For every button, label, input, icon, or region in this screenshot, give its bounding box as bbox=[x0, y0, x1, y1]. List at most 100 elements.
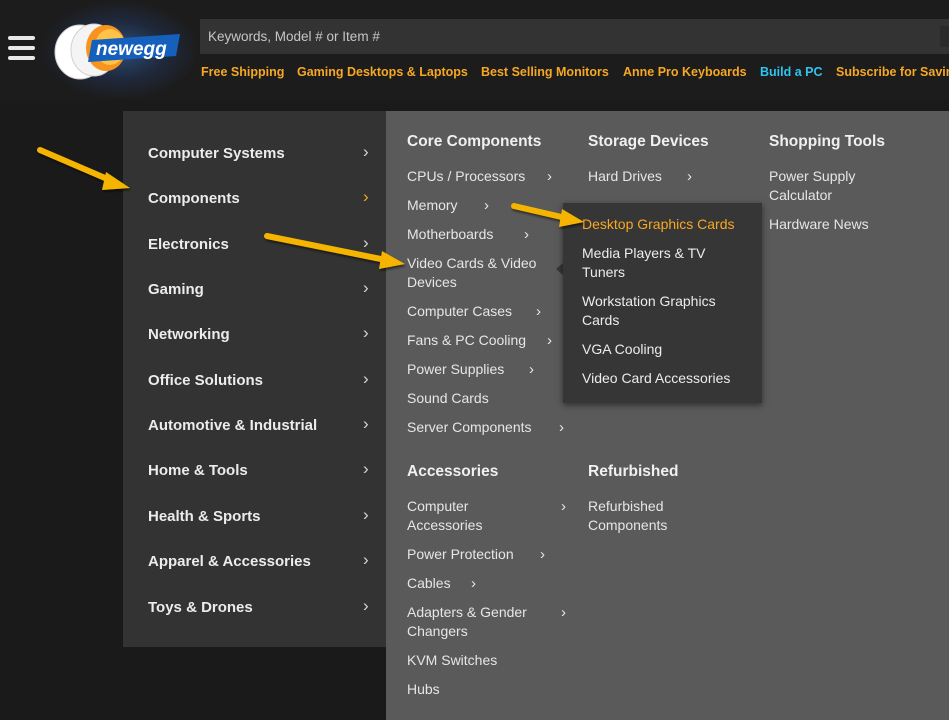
link-refurbished-components[interactable]: Refurbished Components bbox=[588, 497, 688, 535]
video-cards-submenu: Desktop Graphics Cards Media Players & T… bbox=[563, 203, 762, 403]
chevron-right-icon: › bbox=[363, 278, 369, 297]
link-hard-drives[interactable]: Hard Drives › bbox=[588, 167, 698, 186]
link-label: Adapters & Gender Changers bbox=[407, 604, 527, 639]
link-label: Cables bbox=[407, 575, 451, 591]
promo-best-selling-monitors[interactable]: Best Selling Monitors bbox=[481, 65, 609, 79]
link-power-supplies[interactable]: Power Supplies › bbox=[407, 360, 547, 379]
logo-text: newegg bbox=[96, 39, 167, 60]
arrow-to-components bbox=[37, 147, 130, 190]
chevron-right-icon: › bbox=[363, 505, 369, 524]
chevron-right-icon: › bbox=[363, 233, 369, 252]
category-label: Computer Systems bbox=[148, 145, 285, 162]
flyout-notch bbox=[556, 263, 563, 275]
chevron-right-icon: › bbox=[536, 303, 541, 320]
site-header: newegg Free Shipping Gaming Desktops & L… bbox=[0, 0, 949, 100]
link-label: Fans & PC Cooling bbox=[407, 332, 527, 348]
category-label: Networking bbox=[148, 326, 230, 343]
search-button[interactable] bbox=[940, 26, 949, 47]
link-video-cards[interactable]: Video Cards & Video Devices bbox=[407, 254, 549, 292]
link-fans-pc-cooling[interactable]: Fans & PC Cooling › bbox=[407, 331, 557, 350]
link-label: Video Cards & Video Devices bbox=[407, 255, 537, 290]
heading-accessories: Accessories bbox=[407, 463, 499, 480]
hamburger-menu-icon[interactable] bbox=[8, 36, 35, 61]
chevron-right-icon: › bbox=[547, 168, 552, 185]
chevron-right-icon: › bbox=[561, 498, 566, 515]
category-gaming[interactable]: Gaming › bbox=[148, 278, 378, 305]
category-toys-drones[interactable]: Toys & Drones › bbox=[148, 596, 378, 623]
heading-storage-devices: Storage Devices bbox=[588, 133, 709, 150]
category-automotive-industrial[interactable]: Automotive & Industrial › bbox=[148, 414, 378, 441]
chevron-right-icon: › bbox=[687, 168, 692, 185]
link-computer-accessories[interactable]: Computer Accessories › bbox=[407, 497, 566, 535]
promo-free-shipping[interactable]: Free Shipping bbox=[201, 65, 284, 79]
category-electronics[interactable]: Electronics › bbox=[148, 233, 378, 260]
link-power-supply-calculator[interactable]: Power Supply Calculator bbox=[769, 167, 879, 205]
promo-subscribe[interactable]: Subscribe for Savin bbox=[836, 65, 949, 79]
category-menu: Computer Systems › Components › Electronic… bbox=[123, 111, 386, 647]
category-home-tools[interactable]: Home & Tools › bbox=[148, 459, 378, 486]
link-computer-cases[interactable]: Computer Cases › bbox=[407, 302, 557, 321]
search-bar bbox=[200, 19, 949, 54]
category-label: Home & Tools bbox=[148, 462, 248, 479]
link-label: Power Protection bbox=[407, 546, 514, 562]
chevron-right-icon: › bbox=[363, 323, 369, 342]
promo-build-a-pc[interactable]: Build a PC bbox=[760, 65, 823, 79]
link-power-protection[interactable]: Power Protection › bbox=[407, 545, 557, 564]
submenu-workstation-graphics-cards[interactable]: Workstation Graphics Cards bbox=[582, 292, 742, 330]
chevron-right-icon: › bbox=[363, 550, 369, 569]
category-label: Electronics bbox=[148, 236, 229, 253]
heading-refurbished: Refurbished bbox=[588, 463, 679, 480]
chevron-right-icon: › bbox=[540, 546, 545, 563]
category-networking[interactable]: Networking › bbox=[148, 323, 378, 350]
link-hardware-news[interactable]: Hardware News bbox=[769, 215, 909, 234]
link-kvm-switches[interactable]: KVM Switches bbox=[407, 651, 547, 670]
chevron-right-icon: › bbox=[363, 187, 369, 206]
search-input[interactable] bbox=[200, 19, 940, 54]
chevron-right-icon: › bbox=[561, 604, 566, 621]
link-motherboards[interactable]: Motherboards › bbox=[407, 225, 529, 244]
submenu-video-card-accessories[interactable]: Video Card Accessories bbox=[582, 369, 757, 388]
link-adapters-gender-changers[interactable]: Adapters & Gender Changers › bbox=[407, 603, 566, 641]
link-label: Hard Drives bbox=[588, 168, 662, 184]
category-label: Toys & Drones bbox=[148, 599, 253, 616]
promo-gaming-desktops[interactable]: Gaming Desktops & Laptops bbox=[297, 65, 468, 79]
chevron-right-icon: › bbox=[559, 419, 564, 436]
link-label: Memory bbox=[407, 197, 458, 213]
chevron-right-icon: › bbox=[363, 459, 369, 478]
link-cables[interactable]: Cables › bbox=[407, 574, 487, 593]
promo-anne-pro-keyboards[interactable]: Anne Pro Keyboards bbox=[623, 65, 747, 79]
category-computer-systems[interactable]: Computer Systems › bbox=[148, 142, 378, 169]
chevron-right-icon: › bbox=[363, 369, 369, 388]
chevron-right-icon: › bbox=[484, 197, 489, 214]
heading-core-components: Core Components bbox=[407, 133, 542, 150]
submenu-vga-cooling[interactable]: VGA Cooling bbox=[582, 340, 757, 359]
newegg-logo[interactable]: newegg bbox=[52, 16, 184, 82]
heading-shopping-tools: Shopping Tools bbox=[769, 133, 885, 150]
category-components[interactable]: Components › bbox=[148, 187, 378, 214]
link-server-components[interactable]: Server Components › bbox=[407, 418, 567, 437]
link-label: Hardware News bbox=[769, 216, 869, 232]
link-cpus-processors[interactable]: CPUs / Processors › bbox=[407, 167, 552, 186]
link-memory[interactable]: Memory › bbox=[407, 196, 489, 215]
link-label: Computer Accessories bbox=[407, 498, 483, 533]
submenu-desktop-graphics-cards[interactable]: Desktop Graphics Cards bbox=[582, 215, 757, 234]
category-health-sports[interactable]: Health & Sports › bbox=[148, 505, 378, 532]
chevron-right-icon: › bbox=[363, 142, 369, 161]
category-label: Office Solutions bbox=[148, 372, 264, 389]
chevron-right-icon: › bbox=[363, 596, 369, 615]
submenu-media-players-tv-tuners[interactable]: Media Players & TV Tuners bbox=[582, 244, 722, 282]
category-label: Components bbox=[148, 190, 240, 207]
chevron-right-icon: › bbox=[524, 226, 529, 243]
link-label: CPUs / Processors bbox=[407, 168, 526, 184]
link-label: Hubs bbox=[407, 681, 440, 697]
link-hubs[interactable]: Hubs bbox=[407, 680, 547, 699]
chevron-right-icon: › bbox=[363, 414, 369, 433]
link-label: KVM Switches bbox=[407, 652, 498, 668]
link-label: Motherboards bbox=[407, 226, 494, 242]
link-sound-cards[interactable]: Sound Cards bbox=[407, 389, 547, 408]
link-label: Sound Cards bbox=[407, 390, 489, 406]
category-office-solutions[interactable]: Office Solutions › bbox=[148, 369, 378, 396]
link-label: Refurbished Components bbox=[588, 498, 668, 533]
category-apparel-accessories[interactable]: Apparel & Accessories › bbox=[148, 550, 378, 577]
link-label: Power Supplies bbox=[407, 361, 505, 377]
